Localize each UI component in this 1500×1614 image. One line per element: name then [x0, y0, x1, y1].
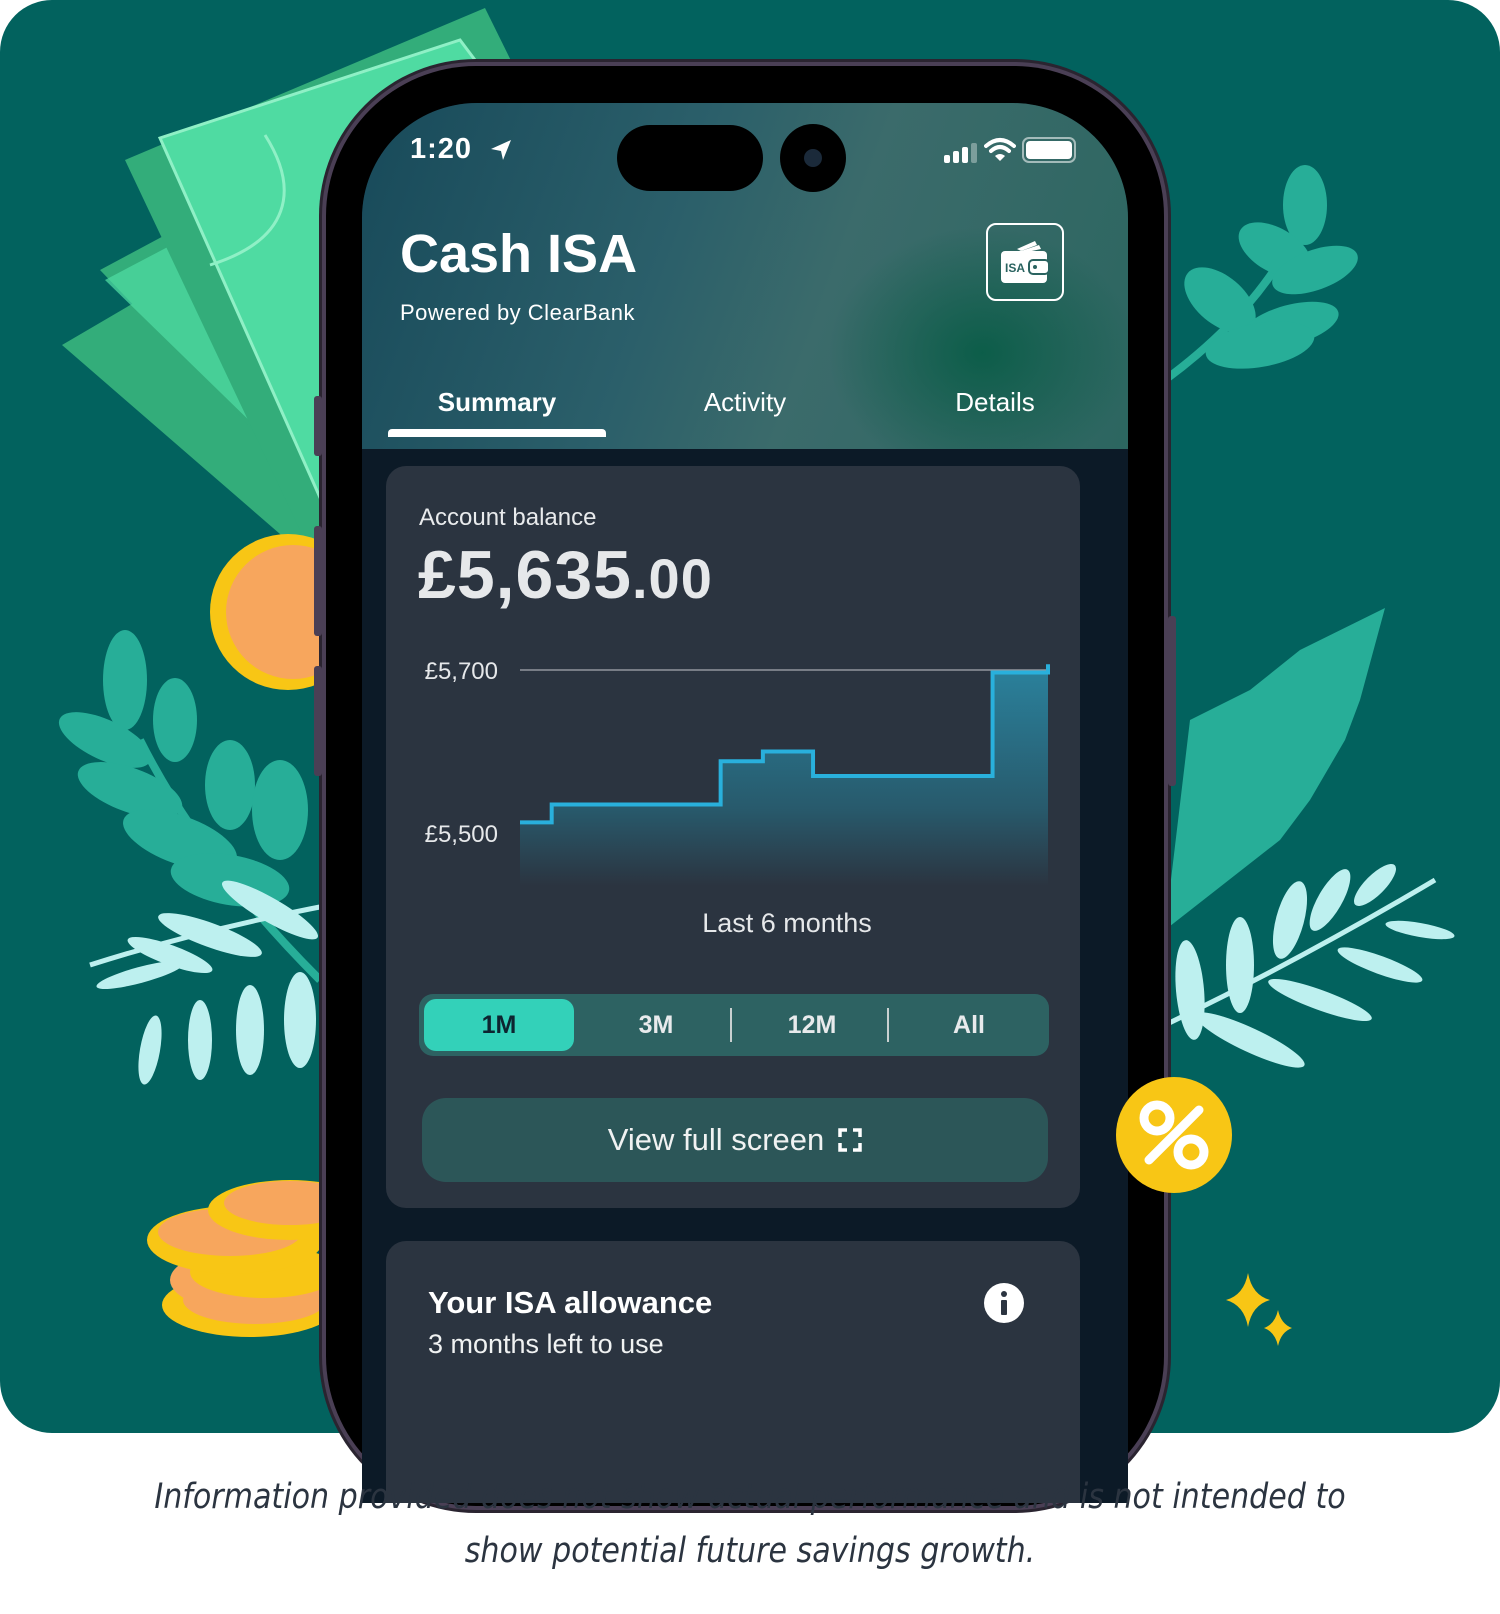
- leaf-branch-right-icon: [1162, 165, 1385, 930]
- page-subtitle: Powered by ClearBank: [400, 300, 636, 325]
- view-full-screen-button[interactable]: View full screen: [422, 1098, 1048, 1182]
- tab-summary[interactable]: Summary: [388, 387, 606, 418]
- disclaimer-line-1: Information provided does not show actua…: [154, 1477, 1346, 1517]
- status-bar: 1:20: [362, 103, 1128, 203]
- balance-amount-decimal: .00: [631, 547, 713, 610]
- balance-label: Account balance: [419, 504, 597, 531]
- tab-details[interactable]: Details: [902, 387, 1088, 418]
- wifi-icon: [984, 138, 1016, 161]
- disclaimer-line-2: show potential future savings growth.: [464, 1531, 1036, 1571]
- status-time: 1:20: [410, 133, 473, 165]
- sparkle-icon: [1226, 1273, 1292, 1346]
- dynamic-island: [617, 125, 763, 191]
- y-tick-label: £5,500: [425, 821, 498, 848]
- page-title: Cash ISA: [400, 224, 638, 284]
- range-option-1m[interactable]: 1M: [424, 999, 574, 1051]
- tab-activity[interactable]: Activity: [652, 387, 838, 418]
- expand-icon: [838, 1128, 863, 1152]
- volume-up-button: [314, 526, 322, 636]
- range-option-all[interactable]: All: [894, 999, 1044, 1051]
- action-button: [314, 396, 322, 456]
- app-header: 1:20 Cash ISA Powered by ClearBank ISA S…: [362, 103, 1128, 449]
- power-button: [1168, 616, 1176, 786]
- cellular-signal-icon: [944, 143, 977, 163]
- disclaimer: Information provided does not show actua…: [105, 1470, 1395, 1578]
- y-tick-label: £5,700: [425, 658, 498, 685]
- range-divider: [887, 1008, 889, 1042]
- location-arrow-icon: [491, 140, 511, 160]
- allowance-title: Your ISA allowance: [428, 1285, 713, 1320]
- isa-allowance-card[interactable]: Your ISA allowance 3 months left to use: [386, 1241, 1080, 1503]
- tab-bar: Summary Activity Details: [362, 373, 1128, 449]
- range-option-12m[interactable]: 12M: [737, 999, 887, 1051]
- isa-wallet-icon: ISA: [1001, 241, 1050, 283]
- balance-amount-main: £5,635: [418, 537, 632, 613]
- allowance-subtitle: 3 months left to use: [428, 1329, 664, 1359]
- battery-icon: [1022, 137, 1076, 163]
- app-screen: 1:20 Cash ISA Powered by ClearBank ISA S…: [362, 103, 1128, 1503]
- active-tab-indicator: [388, 429, 606, 437]
- chart-caption: Last 6 months: [702, 908, 872, 938]
- view-full-screen-label: View full screen: [607, 1122, 825, 1157]
- info-icon[interactable]: [984, 1283, 1024, 1323]
- time-range-selector: 1M 3M 12M All: [419, 994, 1049, 1056]
- svg-text:ISA: ISA: [1005, 261, 1025, 275]
- balance-card: Account balance £5,635.00 £5,500 £5,700 L…: [386, 466, 1080, 1208]
- range-option-3m[interactable]: 3M: [581, 999, 731, 1051]
- percent-badge-icon: [1116, 1077, 1232, 1193]
- fern-left-icon: [89, 880, 331, 1085]
- phone-frame: 1:20 Cash ISA Powered by ClearBank ISA S…: [314, 66, 1176, 1506]
- camera: [780, 124, 846, 192]
- balance-amount: £5,635.00: [418, 536, 713, 614]
- volume-down-button: [314, 666, 322, 776]
- isa-wallet-button[interactable]: ISA: [986, 223, 1064, 301]
- range-divider: [730, 1008, 732, 1042]
